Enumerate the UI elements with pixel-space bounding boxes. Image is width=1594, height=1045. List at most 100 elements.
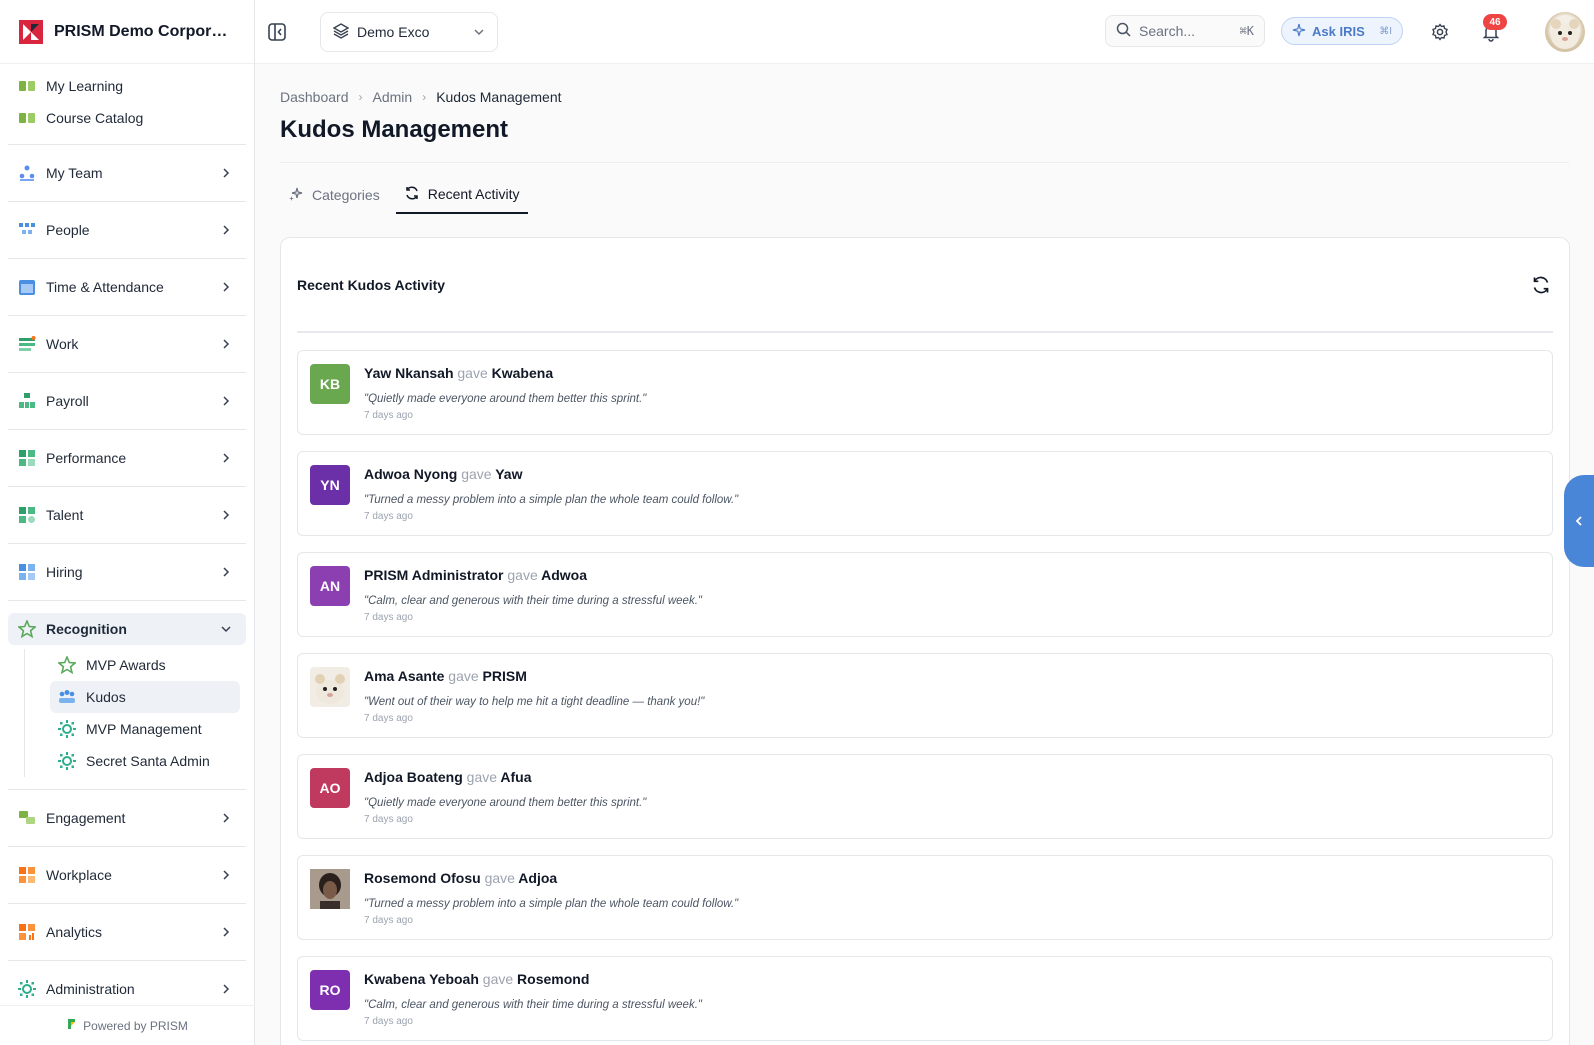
tab-bar: Categories Recent Activity <box>280 176 528 214</box>
sidebar-item-people[interactable]: People <box>8 202 246 258</box>
hiring-icon <box>18 563 36 581</box>
sidebar: PRISM Demo Corporation My Learning Cours… <box>0 0 255 1045</box>
nav-group-performance: Performance <box>8 430 246 487</box>
sidebar-item-course-catalog[interactable]: Course Catalog <box>8 102 246 134</box>
calendar-icon <box>18 278 36 296</box>
giver-name: Adjoa Boateng <box>364 769 463 785</box>
kudos-message: "Quietly made everyone around them bette… <box>364 797 647 809</box>
side-panel-toggle[interactable] <box>1564 475 1594 567</box>
ask-iris-shortcut: ⌘I <box>1379 25 1392 37</box>
title-divider <box>280 162 1569 163</box>
sidebar-item-label: Work <box>46 336 79 352</box>
tab-categories[interactable]: Categories <box>280 176 388 214</box>
tab-recent-activity[interactable]: Recent Activity <box>395 176 528 214</box>
topbar: Demo Exco Search... ⌘K Ask IRIS ⌘I 46 <box>255 0 1594 64</box>
page-title: Kudos Management <box>280 116 509 143</box>
receiver-name: PRISM <box>482 668 527 684</box>
chevron-down-icon <box>221 626 231 633</box>
sidebar-item-label: Talent <box>46 507 84 523</box>
chevron-right-icon <box>223 510 230 520</box>
ask-iris-button[interactable]: Ask IRIS ⌘I <box>1281 17 1403 45</box>
notification-count-badge: 46 <box>1483 14 1507 30</box>
sidebar-item-mvp-management[interactable]: MVP Management <box>50 713 246 745</box>
sidebar-toggle-icon[interactable] <box>267 22 287 42</box>
card-header: Recent Kudos Activity <box>297 238 1553 333</box>
sidebar-item-recognition[interactable]: Recognition <box>8 613 246 645</box>
star-icon <box>17 618 37 639</box>
giver-name: Rosemond Ofosu <box>364 870 481 886</box>
layers-icon <box>332 22 350 42</box>
breadcrumb-admin[interactable]: Admin <box>373 89 413 105</box>
sidebar-item-my-learning[interactable]: My Learning <box>8 70 246 102</box>
sidebar-item-time-attendance[interactable]: Time & Attendance <box>8 259 246 315</box>
chevron-right-icon <box>223 339 230 349</box>
gave-word: gave <box>457 365 488 381</box>
list-item: YN Adwoa Nyong gave Yaw "Turned a messy … <box>297 451 1553 536</box>
sidebar-item-hiring[interactable]: Hiring <box>8 544 246 600</box>
sidebar-item-my-team[interactable]: My Team <box>8 145 246 201</box>
gave-word: gave <box>484 870 515 886</box>
sidebar-item-label: Administration <box>46 981 135 997</box>
sparkles-icon <box>288 186 304 205</box>
giver-name: Ama Asante <box>364 668 445 684</box>
sidebar-item-label: Secret Santa Admin <box>86 753 210 769</box>
user-avatar[interactable] <box>1545 12 1585 52</box>
prism-small-logo-icon <box>67 1018 77 1033</box>
sidebar-item-performance[interactable]: Performance <box>8 430 246 486</box>
nav-group-recognition: Recognition MVP Awards Kudos MVP Managem… <box>8 613 246 790</box>
activity-line: Rosemond Ofosu gave Adjoa <box>364 870 557 886</box>
chevron-right-icon <box>223 396 230 406</box>
sidebar-item-label: Hiring <box>46 564 83 580</box>
sidebar-item-payroll[interactable]: Payroll <box>8 373 246 429</box>
avatar: KB <box>310 364 350 404</box>
sidebar-item-label: People <box>46 222 90 238</box>
settings-gear-icon[interactable] <box>1431 23 1449 41</box>
workspace-name: Demo Exco <box>357 24 430 40</box>
receiver-name: Adwoa <box>541 567 588 583</box>
activity-line: Kwabena Yeboah gave Rosemond <box>364 971 589 987</box>
receiver-name: Rosemond <box>517 971 590 987</box>
sidebar-item-work[interactable]: Work <box>8 316 246 372</box>
breadcrumb-dashboard[interactable]: Dashboard <box>280 89 349 105</box>
list-item: AO Adjoa Boateng gave Afua "Quietly made… <box>297 754 1553 839</box>
kudos-message: "Quietly made everyone around them bette… <box>364 393 647 405</box>
gear-cog-icon <box>58 720 76 738</box>
sidebar-item-talent[interactable]: Talent <box>8 487 246 543</box>
list-item: Ama Asante gave PRISM "Went out of their… <box>297 653 1553 738</box>
nav-group-analytics: Analytics <box>8 904 246 961</box>
timestamp: 7 days ago <box>364 915 413 926</box>
refresh-icon[interactable] <box>1531 275 1551 295</box>
sidebar-item-secret-santa-admin[interactable]: Secret Santa Admin <box>50 745 246 777</box>
sidebar-item-engagement[interactable]: Engagement <box>8 790 246 846</box>
sidebar-item-workplace[interactable]: Workplace <box>8 847 246 903</box>
admin-gear-icon <box>18 980 36 998</box>
receiver-name: Kwabena <box>491 365 554 381</box>
search-input[interactable]: Search... <box>1139 23 1195 39</box>
chevron-right-icon <box>223 567 230 577</box>
performance-icon <box>18 449 36 467</box>
list-item: RO Kwabena Yeboah gave Rosemond "Calm, c… <box>297 956 1553 1041</box>
search-box[interactable]: Search... ⌘K <box>1105 15 1265 47</box>
chevron-right-icon <box>223 927 230 937</box>
chevron-left-icon <box>1575 516 1582 526</box>
sidebar-nav: My Learning Course Catalog My Team Peopl… <box>0 64 254 1017</box>
sidebar-item-analytics[interactable]: Analytics <box>8 904 246 960</box>
sidebar-item-label: Analytics <box>46 924 103 940</box>
nav-group-people: People <box>8 202 246 259</box>
nav-group-my-team: My Team <box>8 145 246 202</box>
tab-label: Categories <box>312 187 380 203</box>
nav-group-workplace: Workplace <box>8 847 246 904</box>
kudos-message: "Turned a messy problem into a simple pl… <box>364 494 739 506</box>
receiver-name: Yaw <box>495 466 523 482</box>
sidebar-item-kudos[interactable]: Kudos <box>50 681 240 713</box>
chevron-right-icon <box>223 813 230 823</box>
brand[interactable]: PRISM Demo Corporation <box>0 0 254 64</box>
workspace-selector[interactable]: Demo Exco <box>320 12 498 52</box>
sidebar-item-mvp-awards[interactable]: MVP Awards <box>50 649 246 681</box>
sidebar-item-label: MVP Awards <box>86 657 166 673</box>
analytics-icon <box>18 923 36 941</box>
list-item: Rosemond Ofosu gave Adjoa "Turned a mess… <box>297 855 1553 940</box>
nav-group-talent: Talent <box>8 487 246 544</box>
chevron-right-icon <box>223 282 230 292</box>
timestamp: 7 days ago <box>364 511 413 522</box>
